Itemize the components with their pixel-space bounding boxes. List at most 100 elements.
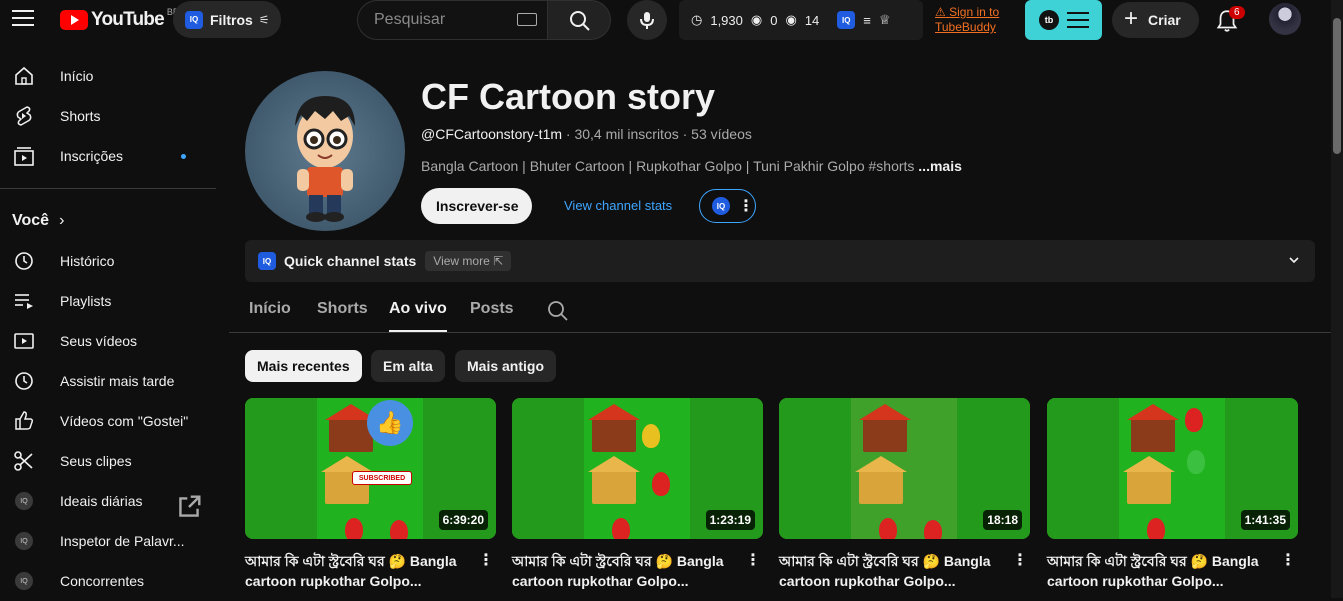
- video-card[interactable]: 18:18 আমার কি এটা স্ট্রবেরি ঘর 🤔 Bangla c…: [779, 398, 1030, 591]
- clips-icon: [14, 451, 33, 471]
- vidiq-icon: IQ: [15, 532, 33, 550]
- sidebar-item-videos-gostei[interactable]: Vídeos com "Gostei": [0, 401, 216, 441]
- page-scrollbar[interactable]: [1331, 0, 1343, 598]
- view-more-label: View more: [433, 254, 490, 268]
- tab-shorts[interactable]: Shorts: [317, 300, 368, 318]
- filtros-button[interactable]: IQ Filtros ⚟: [173, 1, 281, 38]
- hut-art: [1123, 456, 1175, 504]
- vidiq-icon: IQ: [15, 492, 33, 510]
- vidiq-channel-button[interactable]: IQ ⋮: [699, 189, 756, 223]
- sidebar-item-ideais-diarias[interactable]: IQ Ideais diárias: [0, 481, 216, 521]
- chip-mais-antigo[interactable]: Mais antigo: [455, 350, 557, 382]
- sidebar-item-shorts[interactable]: Shorts: [0, 96, 216, 136]
- sidebar-item-label: Início: [60, 68, 94, 84]
- description-more-link[interactable]: ...mais: [918, 158, 962, 174]
- view-more-button[interactable]: View more ⇱: [425, 251, 512, 271]
- filtros-label: Filtros: [210, 11, 253, 28]
- vidiq-icon: IQ: [712, 197, 730, 215]
- tab-inicio[interactable]: Início: [249, 300, 291, 318]
- youtube-logo[interactable]: YouTube BR: [60, 7, 179, 31]
- sidebar-section-voce[interactable]: Você ›: [0, 201, 216, 241]
- sidebar-item-inspetor-palavras[interactable]: IQ Inspetor de Palavr...: [0, 521, 216, 561]
- channel-meta: @CFCartoonstory-t1m · 30,4 mil inscritos…: [421, 126, 752, 142]
- channel-avatar[interactable]: [245, 71, 405, 231]
- tab-ao-vivo[interactable]: Ao vivo: [389, 300, 447, 332]
- video-title[interactable]: আমার কি এটা স্ট্রবেরি ঘর 🤔 Bangla cartoon…: [779, 551, 1004, 591]
- channel-description[interactable]: Bangla Cartoon | Bhuter Cartoon | Rupkot…: [421, 158, 962, 174]
- user-avatar[interactable]: [1269, 3, 1301, 35]
- search-input[interactable]: [374, 11, 514, 29]
- video-title[interactable]: আমার কি এটা স্ট্রবেরি ঘর 🤔 Bangla cartoon…: [245, 551, 470, 591]
- chevron-right-icon: ›: [59, 212, 65, 229]
- logo-text: YouTube: [91, 9, 165, 30]
- menu-icon-tb: [1067, 12, 1089, 28]
- chip-mais-recentes[interactable]: Mais recentes: [245, 350, 362, 382]
- voice-search-button[interactable]: [627, 0, 667, 40]
- chevron-down-icon[interactable]: [1287, 253, 1301, 267]
- strawberry-art: [612, 518, 630, 539]
- subscribed-badge: SUBSCRIBED: [352, 471, 412, 485]
- sidebar-item-inicio[interactable]: Início: [0, 56, 216, 96]
- video-title[interactable]: আমার কি এটা স্ট্রবেরি ঘর 🤔 Bangla cartoon…: [512, 551, 737, 591]
- more-vertical-icon[interactable]: ⋮: [1280, 550, 1296, 570]
- plus-icon: +: [1124, 4, 1139, 32]
- section-title: Você: [12, 212, 50, 229]
- your-videos-icon: [14, 333, 34, 349]
- vidiq-stats-bar[interactable]: ◷ 1,930 ◉ 0 ◉ 14 IQ ≡ ♕: [679, 0, 923, 40]
- video-title-line1: আমার কি এটা স্ট্রবেরি ঘর 🤔 Bangla: [245, 553, 457, 569]
- more-vertical-icon[interactable]: ⋮: [1012, 550, 1028, 570]
- tubebuddy-button[interactable]: tb: [1025, 0, 1102, 40]
- sidebar-item-seus-clipes[interactable]: Seus clipes: [0, 441, 216, 481]
- sidebar-item-historico[interactable]: Histórico: [0, 241, 216, 281]
- history-icon: [15, 252, 33, 270]
- sidebar-item-assistir-mais-tarde[interactable]: Assistir mais tarde: [0, 361, 216, 401]
- scrollbar-thumb[interactable]: [1333, 18, 1341, 154]
- video-title[interactable]: আমার কি এটা স্ট্রবেরি ঘর 🤔 Bangla cartoon…: [1047, 551, 1272, 591]
- video-title-line1: আমার কি এটা স্ট্রবেরি ঘর 🤔 Bangla: [779, 553, 991, 569]
- cartoon-boy-avatar-icon: [295, 96, 355, 222]
- menu-icon[interactable]: [12, 10, 34, 28]
- sidebar-item-playlists[interactable]: Playlists: [0, 281, 216, 321]
- more-vertical-icon[interactable]: ⋮: [738, 196, 754, 216]
- video-thumbnail[interactable]: 👍 SUBSCRIBED 6:39:20: [245, 398, 496, 539]
- search-button[interactable]: [547, 0, 611, 40]
- video-card[interactable]: 1:41:35 আমার কি এটা স্ট্রবেরি ঘর 🤔 Bangl…: [1047, 398, 1298, 591]
- channel-tabs: Início Shorts Ao vivo Posts: [229, 288, 1331, 333]
- sidebar-item-label: Seus clipes: [60, 453, 132, 469]
- sidebar-item-label: Inspetor de Palavr...: [60, 533, 185, 549]
- sidebar-item-seus-videos[interactable]: Seus vídeos: [0, 321, 216, 361]
- video-title-line2: cartoon rupkothar Golpo...: [779, 573, 956, 589]
- video-thumbnail[interactable]: 1:41:35: [1047, 398, 1298, 539]
- view-channel-stats-link[interactable]: View channel stats: [564, 198, 672, 213]
- create-button[interactable]: + Criar: [1112, 2, 1199, 38]
- tubebuddy-signin-link[interactable]: ⚠ Sign in to TubeBuddy: [935, 5, 999, 35]
- quick-channel-stats-bar[interactable]: IQ Quick channel stats View more ⇱: [245, 240, 1315, 282]
- trophy-icon[interactable]: ♕: [879, 12, 891, 28]
- thumbs-up-icon: 👍: [367, 400, 413, 446]
- hut-art: [855, 456, 907, 504]
- quick-stats-label: Quick channel stats: [284, 253, 417, 269]
- more-vertical-icon[interactable]: ⋮: [478, 550, 494, 570]
- banana-character-art: [642, 424, 660, 448]
- video-thumbnail[interactable]: 18:18: [779, 398, 1030, 539]
- vidiq-icon: IQ: [258, 252, 276, 270]
- vidiq-icon[interactable]: IQ: [837, 11, 856, 29]
- keyboard-icon[interactable]: [517, 13, 537, 26]
- more-vertical-icon[interactable]: ⋮: [745, 550, 761, 570]
- warning-icon: ⚠: [935, 5, 946, 19]
- sidebar-item-concorrentes[interactable]: IQ Concorrentes: [0, 561, 216, 601]
- list-icon[interactable]: ≡: [863, 13, 871, 28]
- video-card[interactable]: 1:23:19 আমার কি এটা স্ট্রবেরি ঘর 🤔 Bangl…: [512, 398, 763, 591]
- video-thumbnail[interactable]: 1:23:19: [512, 398, 763, 539]
- video-card[interactable]: 👍 SUBSCRIBED 6:39:20 আমার কি এটা স্ট্রবে…: [245, 398, 496, 591]
- video-title-line1: আমার কি এটা স্ট্রবেরি ঘর 🤔 Bangla: [512, 553, 724, 569]
- sidebar-item-label: Shorts: [60, 108, 101, 124]
- search-icon[interactable]: [547, 300, 569, 322]
- tab-posts[interactable]: Posts: [470, 300, 514, 318]
- strawberry-art: [1147, 518, 1165, 539]
- clock-icon: ◷: [691, 12, 703, 27]
- sidebar-item-inscricoes[interactable]: Inscrições: [0, 136, 216, 176]
- sidebar-item-label: Playlists: [60, 293, 112, 309]
- chip-em-alta[interactable]: Em alta: [371, 350, 445, 382]
- subscribe-button[interactable]: Inscrever-se: [421, 188, 532, 224]
